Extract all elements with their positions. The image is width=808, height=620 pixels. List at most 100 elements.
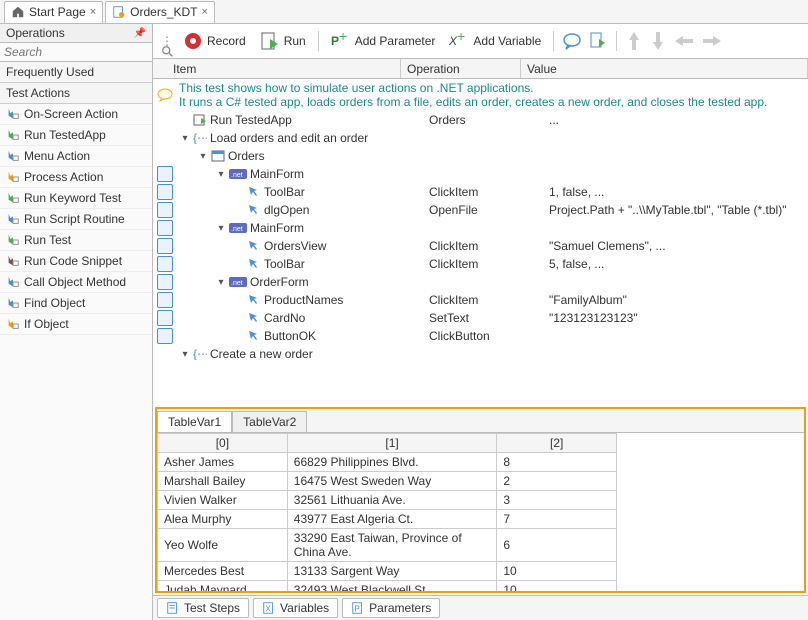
breakpoint-marker[interactable] <box>157 238 173 254</box>
tab-orders-kdt[interactable]: Orders_KDT × <box>105 1 215 23</box>
breakpoint-marker[interactable] <box>157 202 173 218</box>
export-icon[interactable] <box>588 31 608 51</box>
tree-row[interactable]: ProductNamesClickItem"FamilyAlbum" <box>153 291 808 309</box>
tree-row[interactable]: ▾.netMainForm <box>153 219 808 237</box>
action-item[interactable]: On-Screen Action <box>0 104 152 125</box>
close-icon[interactable]: × <box>202 6 208 18</box>
cell[interactable]: 66829 Philippines Blvd. <box>287 453 497 472</box>
tree-row[interactable]: ▾.netOrderForm <box>153 273 808 291</box>
tree-row[interactable]: ToolBarClickItem1, false, ... <box>153 183 808 201</box>
tab-tablevar1[interactable]: TableVar1 <box>157 411 232 432</box>
cell[interactable]: Asher James <box>158 453 288 472</box>
tab-start-page[interactable]: Start Page × <box>4 1 103 23</box>
table-row[interactable]: Vivien Walker32561 Lithuania Ave.3 <box>158 491 617 510</box>
table-row[interactable]: Judah Maynard32493 West Blackwell St.10 <box>158 581 617 592</box>
breakpoint-marker[interactable] <box>157 328 173 344</box>
cell[interactable]: 10 <box>497 581 617 592</box>
category-test-actions[interactable]: Test Actions <box>0 83 152 104</box>
cell[interactable]: Vivien Walker <box>158 491 288 510</box>
expand-toggle[interactable]: ▾ <box>216 277 226 288</box>
tab-test-steps[interactable]: Test Steps <box>157 598 249 618</box>
cell[interactable]: 43977 East Algeria Ct. <box>287 510 497 529</box>
cell[interactable]: 6 <box>497 529 617 562</box>
action-item[interactable]: Run Script Routine <box>0 209 152 230</box>
tab-variables[interactable]: X Variables <box>253 598 338 618</box>
tree-row[interactable]: ▾{⋯}Create a new order <box>153 345 808 363</box>
tree-row[interactable]: Run TestedAppOrders... <box>153 111 808 129</box>
var-col-0[interactable]: [0] <box>158 434 288 453</box>
action-item[interactable]: Menu Action <box>0 146 152 167</box>
action-item[interactable]: Run Keyword Test <box>0 188 152 209</box>
action-item[interactable]: Find Object <box>0 293 152 314</box>
action-item[interactable]: Run Code Snippet <box>0 251 152 272</box>
cell[interactable]: Alea Murphy <box>158 510 288 529</box>
col-operation[interactable]: Operation <box>401 59 521 78</box>
comment-icon[interactable] <box>562 31 582 51</box>
tree-row[interactable]: CardNoSetText"123123123123" <box>153 309 808 327</box>
expand-toggle[interactable]: ▾ <box>216 223 226 234</box>
table-row[interactable]: Alea Murphy43977 East Algeria Ct.7 <box>158 510 617 529</box>
tree-row[interactable]: dlgOpenOpenFileProject.Path + "..\\MyTab… <box>153 201 808 219</box>
arrow-up-icon[interactable] <box>625 30 643 52</box>
tree-row[interactable]: ▾{⋯}Load orders and edit an order <box>153 129 808 147</box>
breakpoint-marker[interactable] <box>157 220 173 236</box>
action-item[interactable]: Call Object Method <box>0 272 152 293</box>
cell[interactable]: Judah Maynard <box>158 581 288 592</box>
cell[interactable]: 33290 East Taiwan, Province of China Ave… <box>287 529 497 562</box>
cell[interactable]: 8 <box>497 453 617 472</box>
arrow-left-icon[interactable] <box>673 32 695 50</box>
variables-section: TableVar1 TableVar2 [0] [1] [2] Asher Ja… <box>155 407 806 593</box>
cell[interactable]: 16475 West Sweden Way <box>287 472 497 491</box>
breakpoint-marker[interactable] <box>157 274 173 290</box>
arrow-right-icon[interactable] <box>701 32 723 50</box>
action-item[interactable]: Run Test <box>0 230 152 251</box>
action-item[interactable]: Process Action <box>0 167 152 188</box>
tree-row[interactable]: ▾Orders <box>153 147 808 165</box>
cell[interactable]: 13133 Sargent Way <box>287 562 497 581</box>
expand-toggle[interactable]: ▾ <box>216 169 226 180</box>
tree-row[interactable]: OrdersViewClickItem"Samuel Clemens", ... <box>153 237 808 255</box>
action-item[interactable]: Run TestedApp <box>0 125 152 146</box>
cell[interactable]: 2 <box>497 472 617 491</box>
breakpoint-marker[interactable] <box>157 184 173 200</box>
cell[interactable]: Marshall Bailey <box>158 472 288 491</box>
cell[interactable]: 32493 West Blackwell St. <box>287 581 497 592</box>
add-parameter-button[interactable]: P+ Add Parameter <box>327 31 440 51</box>
search-input[interactable] <box>4 45 161 59</box>
var-col-1[interactable]: [1] <box>287 434 497 453</box>
cell[interactable]: Yeo Wolfe <box>158 529 288 562</box>
cell[interactable]: 32561 Lithuania Ave. <box>287 491 497 510</box>
action-item[interactable]: If Object <box>0 314 152 335</box>
expand-toggle[interactable]: ▾ <box>180 133 190 144</box>
arrow-down-icon[interactable] <box>649 30 667 52</box>
var-col-2[interactable]: [2] <box>497 434 617 453</box>
cell[interactable]: 10 <box>497 562 617 581</box>
category-frequently-used[interactable]: Frequently Used <box>0 62 152 83</box>
col-value[interactable]: Value <box>521 59 808 78</box>
cell[interactable]: Mercedes Best <box>158 562 288 581</box>
breakpoint-marker[interactable] <box>157 310 173 326</box>
table-row[interactable]: Mercedes Best13133 Sargent Way10 <box>158 562 617 581</box>
tab-tablevar2[interactable]: TableVar2 <box>232 411 307 432</box>
table-row[interactable]: Asher James66829 Philippines Blvd.8 <box>158 453 617 472</box>
expand-toggle[interactable]: ▾ <box>180 349 190 360</box>
add-variable-button[interactable]: X+ Add Variable <box>445 31 545 51</box>
run-button[interactable]: Run <box>256 31 310 51</box>
col-item[interactable]: Item <box>153 59 401 78</box>
cell[interactable]: 7 <box>497 510 617 529</box>
breakpoint-marker[interactable] <box>157 166 173 182</box>
breakpoint-marker[interactable] <box>157 256 173 272</box>
table-row[interactable]: Yeo Wolfe33290 East Taiwan, Province of … <box>158 529 617 562</box>
record-button[interactable]: Record <box>179 31 250 51</box>
tree-row[interactable]: ToolBarClickItem5, false, ... <box>153 255 808 273</box>
pin-icon[interactable]: 📌 <box>134 28 146 39</box>
tree-row[interactable]: ButtonOKClickButton <box>153 327 808 345</box>
tree-row[interactable]: ▾.netMainForm <box>153 165 808 183</box>
tab-parameters[interactable]: P Parameters <box>342 598 440 618</box>
expand-toggle[interactable]: ▾ <box>198 151 208 162</box>
breakpoint-marker[interactable] <box>157 292 173 308</box>
cursor-icon <box>247 258 261 270</box>
close-icon[interactable]: × <box>90 6 96 18</box>
table-row[interactable]: Marshall Bailey16475 West Sweden Way2 <box>158 472 617 491</box>
cell[interactable]: 3 <box>497 491 617 510</box>
